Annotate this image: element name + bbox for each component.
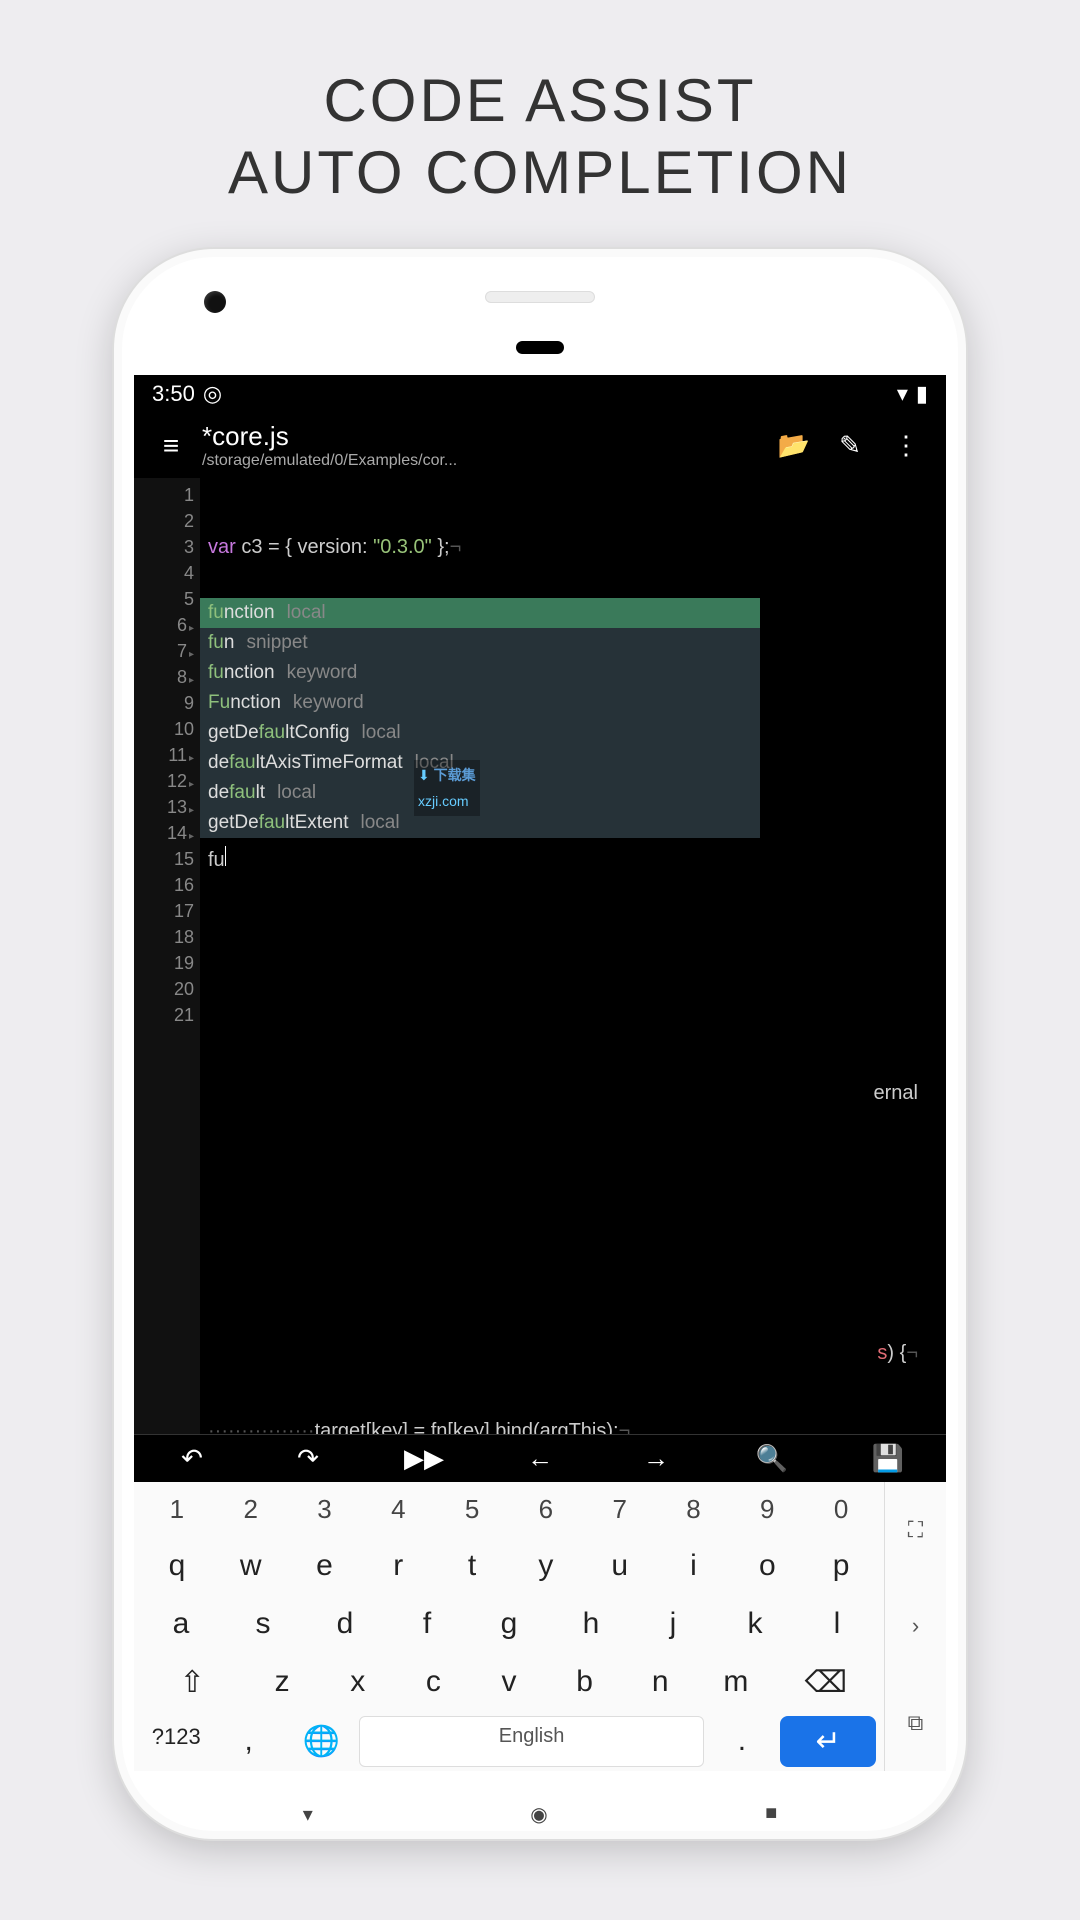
phone-frame: 3:50 ◎ ▾ ▮ ≡ *core.js /storage/emulated/… [114, 249, 966, 1839]
speaker-slot [485, 291, 595, 303]
dnd-icon: ◎ [203, 381, 222, 407]
key-8[interactable]: 8 [659, 1486, 729, 1533]
promo-line-2: AUTO COMPLETION [0, 137, 1080, 209]
app-bar: ≡ *core.js /storage/emulated/0/Examples/… [134, 413, 946, 478]
key-i[interactable]: i [659, 1541, 729, 1591]
shift-key[interactable]: ⇧ [142, 1657, 242, 1708]
autocomplete-item[interactable]: Functionkeyword [200, 688, 760, 718]
key-7[interactable]: 7 [585, 1486, 655, 1533]
undo-icon[interactable]: ↶ [134, 1443, 250, 1474]
key-s[interactable]: s [224, 1599, 302, 1649]
popout-icon[interactable]: ⧉ [908, 1710, 924, 1736]
android-nav: ▾ ◉ ■ [114, 1802, 966, 1827]
nav-recent-icon[interactable]: ■ [765, 1802, 777, 1827]
comma-key[interactable]: , [214, 1716, 282, 1767]
key-h[interactable]: h [552, 1599, 630, 1649]
watermark: ⬇ 下载集xzji.com [414, 760, 480, 816]
key-e[interactable]: e [290, 1541, 360, 1591]
key-5[interactable]: 5 [437, 1486, 507, 1533]
keyboard[interactable]: 1234567890 qwertyuiop asdfghjkl ⇧ zxcvbn… [134, 1482, 946, 1771]
camera-dot [204, 291, 226, 313]
autocomplete-item[interactable]: defaultlocal [200, 778, 760, 808]
code-editor[interactable]: 123456789101112131415161718192021 var c3… [134, 478, 946, 1434]
back-icon[interactable]: ← [482, 1443, 598, 1474]
key-c[interactable]: c [398, 1657, 470, 1708]
promo-header: CODE ASSIST AUTO COMPLETION [0, 0, 1080, 249]
gutter: 123456789101112131415161718192021 [134, 478, 200, 1434]
screen: 3:50 ◎ ▾ ▮ ≡ *core.js /storage/emulated/… [134, 375, 946, 1771]
status-bar: 3:50 ◎ ▾ ▮ [134, 375, 946, 413]
menu-icon[interactable]: ≡ [146, 430, 196, 462]
key-w[interactable]: w [216, 1541, 286, 1591]
key-z[interactable]: z [246, 1657, 318, 1708]
space-key[interactable]: English [359, 1716, 703, 1767]
key-0[interactable]: 0 [806, 1486, 876, 1533]
autocomplete-item[interactable]: functionlocal [200, 598, 760, 628]
key-j[interactable]: j [634, 1599, 712, 1649]
key-b[interactable]: b [549, 1657, 621, 1708]
period-key[interactable]: . [708, 1716, 776, 1767]
key-y[interactable]: y [511, 1541, 581, 1591]
file-name: *core.js [202, 421, 766, 452]
forward-icon[interactable]: → [598, 1443, 714, 1474]
key-9[interactable]: 9 [732, 1486, 802, 1533]
nav-back-icon[interactable]: ▾ [303, 1802, 313, 1827]
key-x[interactable]: x [322, 1657, 394, 1708]
expand-icon[interactable]: ⛶ [908, 1517, 923, 1543]
nav-home-icon[interactable]: ◉ [530, 1802, 547, 1827]
wifi-icon: ▾ [897, 381, 908, 407]
key-a[interactable]: a [142, 1599, 220, 1649]
autocomplete-item[interactable]: funsnippet [200, 628, 760, 658]
key-4[interactable]: 4 [363, 1486, 433, 1533]
promo-line-1: CODE ASSIST [0, 65, 1080, 137]
search-icon[interactable]: 🔍 [714, 1443, 830, 1474]
key-n[interactable]: n [624, 1657, 696, 1708]
backspace-key[interactable]: ⌫ [776, 1657, 876, 1708]
key-t[interactable]: t [437, 1541, 507, 1591]
key-l[interactable]: l [798, 1599, 876, 1649]
editor-toolbar: ↶ ↷ ▶▶ ← → 🔍 💾 [134, 1434, 946, 1482]
key-f[interactable]: f [388, 1599, 466, 1649]
save-icon[interactable]: 💾 [830, 1443, 946, 1474]
symbols-key[interactable]: ?123 [142, 1716, 210, 1767]
edit-icon[interactable]: ✎ [822, 430, 878, 461]
globe-key[interactable]: 🌐 [287, 1716, 355, 1767]
key-u[interactable]: u [585, 1541, 655, 1591]
redo-icon[interactable]: ↷ [250, 1443, 366, 1474]
key-r[interactable]: r [363, 1541, 433, 1591]
autocomplete-item[interactable]: getDefaultConfiglocal [200, 718, 760, 748]
autocomplete-item[interactable]: functionkeyword [200, 658, 760, 688]
status-time: 3:50 [152, 381, 195, 407]
key-6[interactable]: 6 [511, 1486, 581, 1533]
key-g[interactable]: g [470, 1599, 548, 1649]
overflow-icon[interactable]: ⋮ [878, 430, 934, 461]
key-p[interactable]: p [806, 1541, 876, 1591]
file-path: /storage/emulated/0/Examples/cor... [202, 452, 766, 470]
autocomplete-popup[interactable]: functionlocalfunsnippetfunctionkeywordFu… [200, 598, 760, 838]
key-d[interactable]: d [306, 1599, 384, 1649]
key-3[interactable]: 3 [290, 1486, 360, 1533]
battery-icon: ▮ [916, 381, 928, 407]
enter-key[interactable]: ↵ [780, 1716, 876, 1767]
autocomplete-item[interactable]: getDefaultExtentlocal [200, 808, 760, 838]
autocomplete-item[interactable]: defaultAxisTimeFormatlocal [200, 748, 760, 778]
key-k[interactable]: k [716, 1599, 794, 1649]
key-2[interactable]: 2 [216, 1486, 286, 1533]
key-o[interactable]: o [732, 1541, 802, 1591]
key-q[interactable]: q [142, 1541, 212, 1591]
fast-forward-icon[interactable]: ▶▶ [366, 1443, 482, 1474]
key-1[interactable]: 1 [142, 1486, 212, 1533]
folder-open-icon[interactable]: 📂 [766, 430, 822, 461]
key-m[interactable]: m [700, 1657, 772, 1708]
chevron-right-icon[interactable]: › [912, 1613, 919, 1639]
key-v[interactable]: v [473, 1657, 545, 1708]
sensor-pill [516, 341, 564, 354]
